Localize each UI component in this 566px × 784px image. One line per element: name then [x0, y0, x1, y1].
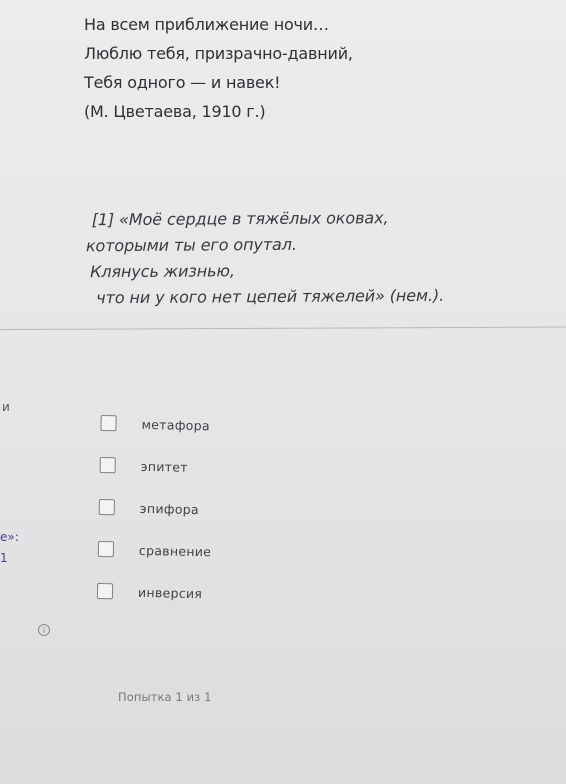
poem-line: На всем приближение ночи…	[84, 15, 329, 34]
poem-block: На всем приближение ночи… Люблю тебя, пр…	[84, 10, 353, 126]
footnote-quote: [1] «Моё сердце в тяжёлых оковах, которы…	[86, 205, 445, 311]
option-label: эпифора	[139, 500, 200, 517]
poem-line: Тебя одного — и навек!	[84, 73, 281, 92]
answer-options: метафора эпитет эпифора сравнение инверс…	[96, 402, 215, 614]
option-metafora[interactable]: метафора	[100, 402, 214, 446]
info-icon[interactable]: i	[38, 624, 50, 636]
option-epitet[interactable]: эпитет	[99, 444, 213, 488]
cropped-question-text: и	[2, 400, 10, 414]
poem-attribution: (М. Цветаева, 1910 г.)	[84, 102, 266, 121]
option-epifora[interactable]: эпифора	[98, 486, 212, 530]
attempt-counter: Попытка 1 из 1	[118, 690, 212, 704]
option-label: эпитет	[140, 458, 189, 475]
quote-line: которыми ты его опутал.	[85, 234, 297, 256]
quote-line: [1] «Моё сердце в тяжёлых оковах,	[91, 208, 389, 230]
option-label: метафора	[141, 416, 211, 433]
checkbox[interactable]	[100, 414, 117, 432]
checkbox[interactable]	[99, 456, 116, 474]
option-inversiya[interactable]: инверсия	[96, 570, 211, 614]
quote-line: Клянусь жизнью,	[90, 261, 235, 282]
checkbox[interactable]	[98, 498, 115, 516]
section-divider	[0, 326, 566, 330]
poem-line: Люблю тебя, призрачно-давний,	[84, 44, 353, 63]
option-label: сравнение	[138, 542, 212, 559]
checkbox[interactable]	[97, 540, 115, 558]
checkbox[interactable]	[96, 582, 114, 600]
option-label: инверсия	[137, 584, 203, 601]
quote-line: что ни у кого нет цепей тяжелей» (нем.).	[96, 285, 445, 308]
question-card: На всем приближение ночи… Люблю тебя, пр…	[0, 0, 566, 784]
cropped-question-text: е»:	[0, 530, 19, 544]
option-sravnenie[interactable]: сравнение	[97, 528, 211, 572]
cropped-question-text: 1	[0, 551, 8, 565]
